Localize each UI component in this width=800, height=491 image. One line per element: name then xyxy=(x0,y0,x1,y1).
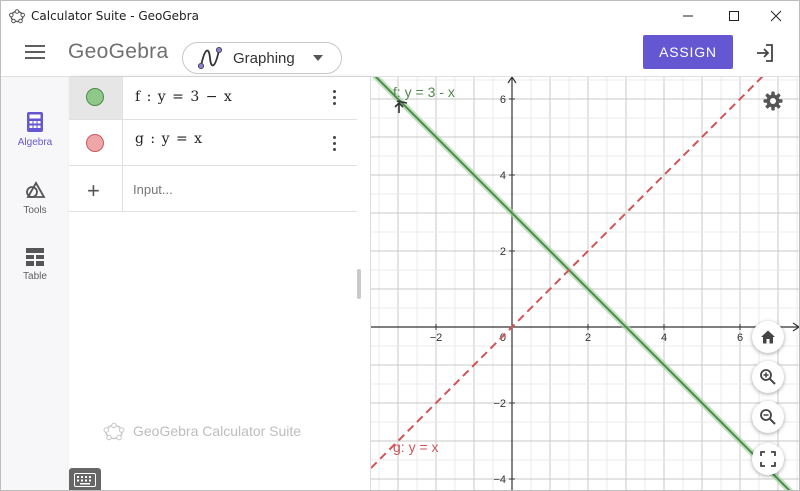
graph-canvas[interactable]: −2 2 4 6642−2−40f: y = 3 - xg: y = x xyxy=(359,39,799,491)
maximize-button[interactable] xyxy=(711,1,757,31)
app-window: Calculator Suite - GeoGebra GeoGebra Gra… xyxy=(0,0,800,491)
algebra-row-f[interactable]: f : y = 3 − x xyxy=(69,77,357,120)
assign-button[interactable]: ASSIGN xyxy=(643,35,733,69)
y-tick-label: −4 xyxy=(493,474,506,486)
x-tick-label: 4 xyxy=(661,332,667,344)
more-options-icon[interactable] xyxy=(329,90,339,108)
panel-resize-handle[interactable] xyxy=(357,269,361,299)
zoom-in-icon xyxy=(760,369,776,385)
function-f-highlight xyxy=(368,69,794,490)
geogebra-logo-icon xyxy=(103,422,125,441)
sign-in-icon[interactable] xyxy=(753,41,777,65)
minimize-icon xyxy=(683,15,693,17)
menu-button[interactable] xyxy=(25,45,45,61)
rail-label-tools: Tools xyxy=(23,205,47,216)
close-button[interactable] xyxy=(753,1,799,31)
algebra-row-g[interactable]: g : y = x xyxy=(69,120,357,166)
keyboard-button[interactable] xyxy=(69,468,101,490)
table-icon xyxy=(26,248,44,266)
y-tick-label: 2 xyxy=(500,246,506,258)
algebra-panel: f : y = 3 − x g : y = x + Input... GeoGe… xyxy=(69,77,371,490)
app-picker-label: Graphing xyxy=(233,49,295,67)
maximize-icon xyxy=(729,11,739,21)
minimize-button[interactable] xyxy=(665,1,711,31)
x-tick-label: −2 xyxy=(430,332,443,344)
zoom-out-icon xyxy=(760,409,776,425)
fullscreen-button[interactable] xyxy=(752,443,784,475)
geogebra-logo: GeoGebra xyxy=(68,40,169,63)
window-title: Calculator Suite - GeoGebra xyxy=(31,9,199,23)
x-tick-label: 6 xyxy=(737,332,743,344)
rail-label-algebra: Algebra xyxy=(17,137,53,148)
x-tick-label: 2 xyxy=(585,332,591,344)
app-header: GeoGebra Graphing ASSIGN xyxy=(1,31,799,77)
y-tick-label: −2 xyxy=(493,398,506,410)
visibility-marble-g[interactable] xyxy=(86,134,104,152)
visibility-marble-f[interactable] xyxy=(86,88,104,106)
expression-g[interactable]: g : y = x xyxy=(135,131,203,147)
rail-item-algebra[interactable]: Algebra xyxy=(1,111,69,148)
row-marble-cell xyxy=(69,120,123,165)
home-icon xyxy=(761,330,775,344)
navigation-rail: Algebra Tools Table xyxy=(1,77,69,490)
algebra-input-row[interactable]: + Input... xyxy=(69,166,357,212)
y-tick-label: 6 xyxy=(500,94,506,106)
rail-item-tools[interactable]: Tools xyxy=(1,179,69,216)
add-item-icon[interactable]: + xyxy=(87,178,100,204)
app-picker-dropdown[interactable]: Graphing xyxy=(182,42,342,74)
suite-brand: GeoGebra Calculator Suite xyxy=(103,421,301,441)
rail-item-table[interactable]: Table xyxy=(1,247,69,282)
title-bar: Calculator Suite - GeoGebra xyxy=(1,1,799,31)
geogebra-app-icon xyxy=(9,9,25,24)
close-icon xyxy=(770,10,782,22)
graphics-view[interactable]: −2 2 4 6 6 4 2 −2 −4 0 f: y = 3 - x g: y = x xyxy=(359,39,799,491)
algebra-input[interactable]: Input... xyxy=(133,182,173,197)
home-button[interactable] xyxy=(752,321,784,353)
function-g-label: g: y = x xyxy=(393,439,439,455)
more-options-icon[interactable] xyxy=(329,136,339,154)
fullscreen-icon xyxy=(760,451,776,467)
menu-icon-bar xyxy=(25,51,45,53)
function-f-label: f: y = 3 - x xyxy=(393,84,455,100)
zoom-out-button[interactable] xyxy=(752,401,784,433)
chevron-down-icon xyxy=(312,55,323,61)
suite-brand-label: GeoGebra Calculator Suite xyxy=(133,423,302,439)
keyboard-icon xyxy=(74,473,96,487)
menu-icon-bar xyxy=(25,45,45,47)
settings-gear-icon[interactable] xyxy=(761,89,785,113)
expression-f[interactable]: f : y = 3 − x xyxy=(135,89,233,105)
shapes-icon xyxy=(26,181,46,198)
row-marble-cell xyxy=(69,77,123,119)
rail-label-table: Table xyxy=(23,271,47,282)
calculator-icon xyxy=(27,112,43,132)
zoom-in-button[interactable] xyxy=(752,361,784,393)
y-tick-label: 4 xyxy=(500,170,506,182)
menu-icon-bar xyxy=(25,57,45,59)
graphing-app-icon xyxy=(198,47,222,69)
